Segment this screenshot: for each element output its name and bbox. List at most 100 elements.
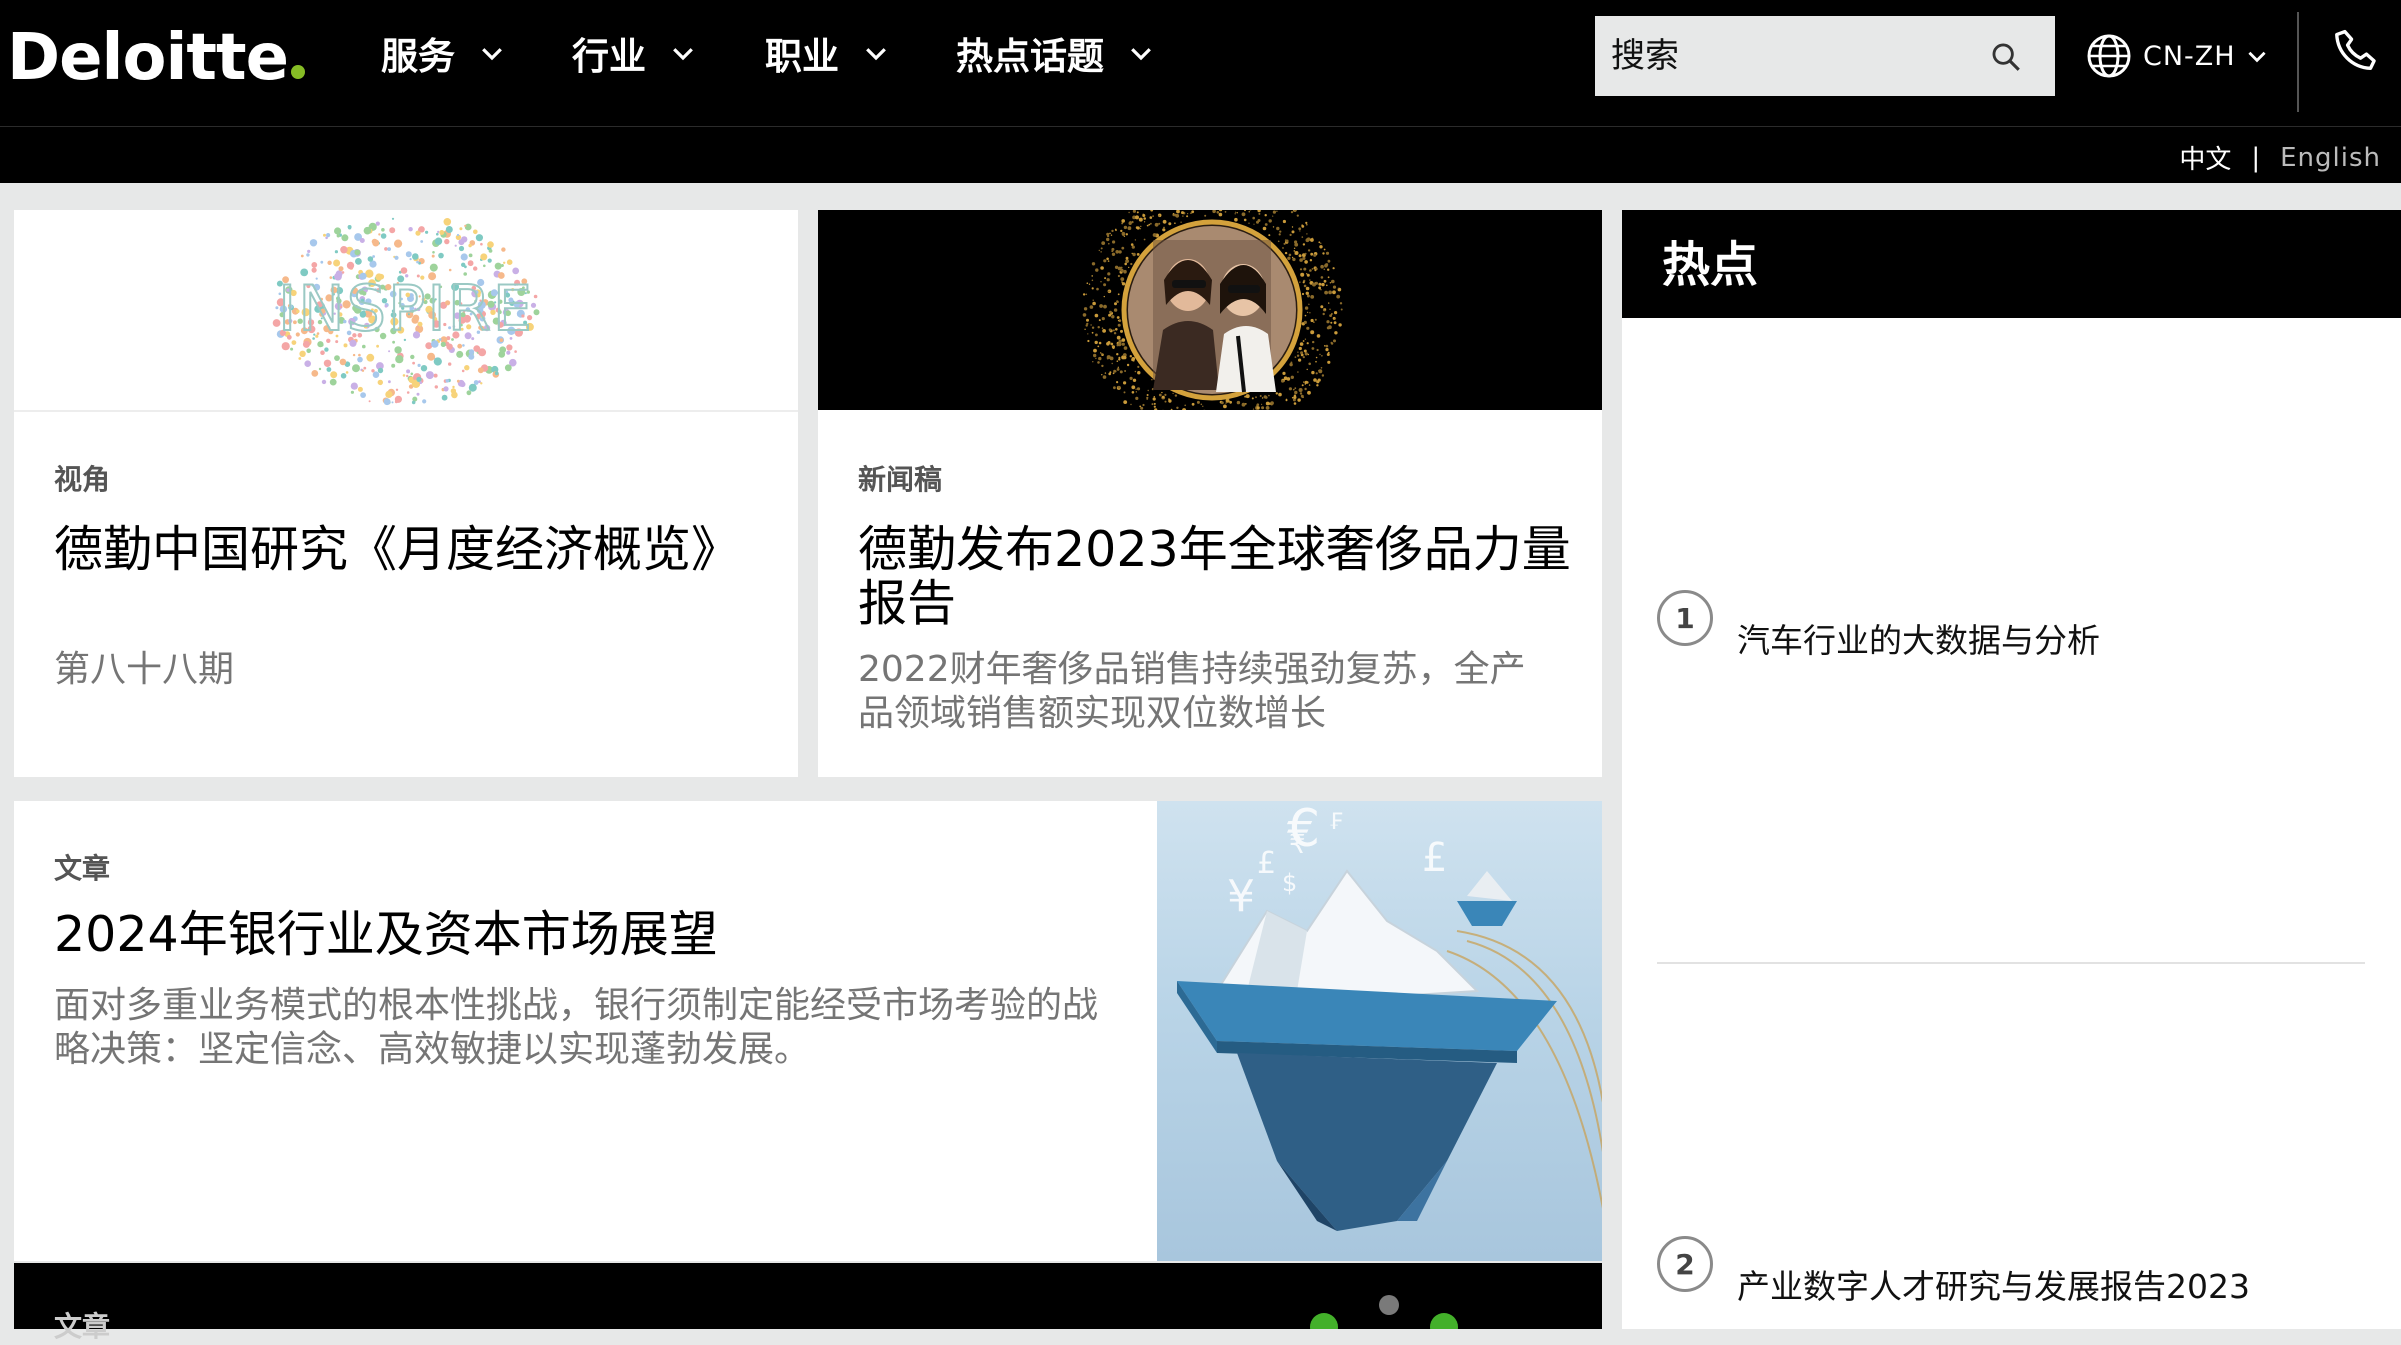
gold-dot bbox=[1103, 283, 1106, 286]
confetti-dot bbox=[381, 233, 387, 239]
confetti-dot bbox=[452, 386, 454, 388]
gold-dot bbox=[1095, 268, 1098, 271]
gold-dot bbox=[1103, 305, 1107, 309]
gold-dot bbox=[1270, 401, 1274, 405]
gold-dot bbox=[1300, 392, 1302, 394]
gold-dot bbox=[1121, 219, 1125, 223]
gold-dot bbox=[1282, 372, 1285, 375]
gold-dot bbox=[1092, 280, 1094, 282]
confetti-dot bbox=[443, 386, 448, 391]
article-card-economy[interactable]: INSPIRE 视角 德勤中国研究《月度经济概览》 第八十八期 bbox=[14, 210, 798, 777]
gold-dot bbox=[1319, 354, 1320, 355]
confetti-dot bbox=[417, 393, 420, 396]
article-card-banking[interactable]: 文章 2024年银行业及资本市场展望 面对多重业务模式的根本性挑战，银行须制定能… bbox=[14, 801, 1602, 1261]
confetti-dot bbox=[306, 253, 309, 256]
gold-dot bbox=[1152, 403, 1154, 405]
gold-dot bbox=[1303, 381, 1304, 382]
confetti-dot bbox=[432, 255, 435, 258]
gold-dot bbox=[1298, 227, 1301, 230]
card-title[interactable]: 2024年银行业及资本市场展望 bbox=[54, 908, 1114, 962]
gold-dot bbox=[1090, 305, 1094, 309]
gold-dot bbox=[1317, 349, 1319, 351]
card-category: 视角 bbox=[54, 458, 110, 498]
gold-dot bbox=[1309, 269, 1312, 272]
gold-dot bbox=[1096, 288, 1099, 291]
gold-dot bbox=[1187, 213, 1188, 214]
gold-dot bbox=[1168, 399, 1171, 402]
confetti-dot bbox=[448, 362, 451, 365]
search-icon[interactable] bbox=[1989, 40, 2023, 74]
gold-dot bbox=[1111, 230, 1113, 232]
gold-dot bbox=[1100, 266, 1104, 270]
confetti-dot bbox=[444, 239, 449, 244]
gold-dot bbox=[1332, 290, 1336, 294]
gold-dot bbox=[1265, 214, 1267, 216]
deloitte-logo[interactable]: Deloitte bbox=[7, 18, 305, 98]
gold-dot bbox=[1142, 214, 1145, 217]
card-title[interactable]: 德勤中国研究《月度经济概览》 bbox=[54, 523, 754, 577]
nav-services[interactable]: 服务 bbox=[381, 22, 507, 84]
gold-dot bbox=[1330, 282, 1331, 283]
gold-dot bbox=[1331, 342, 1333, 344]
search-input[interactable] bbox=[1595, 16, 1971, 96]
confetti-dot bbox=[465, 224, 472, 231]
article-card-bottom[interactable]: 文章 bbox=[14, 1263, 1602, 1329]
gold-dot bbox=[1292, 397, 1294, 399]
gold-dot bbox=[1322, 374, 1324, 376]
gold-dot bbox=[1242, 212, 1246, 216]
hot-topic-label[interactable]: 产业数字人才研究与发展报告2023 bbox=[1737, 1260, 2250, 1308]
gold-dot bbox=[1121, 247, 1124, 250]
card-image-luxury bbox=[818, 210, 1602, 410]
confetti-dot bbox=[437, 231, 439, 233]
gold-dot bbox=[1163, 220, 1167, 224]
confetti-dot bbox=[446, 379, 450, 383]
confetti-dot bbox=[320, 350, 325, 355]
gold-dot bbox=[1338, 288, 1339, 289]
gold-dot bbox=[1107, 272, 1110, 275]
hot-topic-item[interactable]: 1 汽车行业的大数据与分析 bbox=[1657, 590, 2357, 650]
language-english-link[interactable]: English bbox=[2280, 143, 2381, 173]
gold-dot bbox=[1307, 342, 1309, 344]
nav-hot-topics[interactable]: 热点话题 bbox=[956, 22, 1156, 84]
gold-dot bbox=[1303, 340, 1305, 342]
gold-dot bbox=[1099, 342, 1102, 345]
gold-dot bbox=[1118, 320, 1119, 321]
gold-dot bbox=[1154, 403, 1156, 405]
language-chinese-link[interactable]: 中文 bbox=[2179, 139, 2231, 176]
gold-dot bbox=[1128, 226, 1132, 230]
gold-dot bbox=[1324, 280, 1327, 283]
gold-dot bbox=[1307, 274, 1310, 277]
gold-dot bbox=[1089, 284, 1090, 285]
card-title[interactable]: 德勤发布2023年全球奢侈品力量报告 bbox=[858, 523, 1573, 631]
gold-dot bbox=[1338, 323, 1341, 326]
nav-industries[interactable]: 行业 bbox=[572, 22, 698, 84]
confetti-dot bbox=[473, 266, 477, 270]
gold-dot bbox=[1289, 387, 1292, 390]
nav-industries-label: 行业 bbox=[572, 26, 646, 80]
confetti-dot bbox=[411, 373, 414, 376]
gold-dot bbox=[1312, 347, 1315, 350]
gold-dot bbox=[1223, 405, 1227, 409]
article-card-luxury[interactable]: 新闻稿 德勤发布2023年全球奢侈品力量报告 2022财年奢侈品销售持续强劲复苏… bbox=[818, 210, 1602, 777]
confetti-dot bbox=[306, 349, 311, 354]
hot-topic-label[interactable]: 汽车行业的大数据与分析 bbox=[1737, 614, 2100, 662]
nav-careers[interactable]: 职业 bbox=[765, 22, 891, 84]
gold-dot bbox=[1131, 243, 1134, 246]
gold-dot bbox=[1135, 389, 1136, 390]
gold-dot bbox=[1309, 384, 1310, 385]
gold-dot bbox=[1321, 276, 1324, 279]
confetti-dot bbox=[320, 261, 323, 264]
gold-dot bbox=[1284, 243, 1286, 245]
gold-dot bbox=[1115, 328, 1118, 331]
gold-dot bbox=[1112, 363, 1113, 364]
gold-dot bbox=[1310, 238, 1314, 242]
phone-icon[interactable] bbox=[2330, 26, 2384, 80]
hot-topic-item[interactable]: 2 产业数字人才研究与发展报告2023 bbox=[1657, 1236, 2357, 1296]
confetti-dot bbox=[364, 227, 372, 235]
confetti-dot bbox=[457, 234, 459, 236]
card-image-iceberg: € ₣ £ ₹ $ ¥ £ bbox=[1157, 801, 1602, 1261]
locale-selector[interactable]: CN-ZH bbox=[2085, 28, 2270, 84]
gold-dot bbox=[1101, 241, 1105, 245]
gold-dot bbox=[1304, 321, 1307, 324]
locale-label: CN-ZH bbox=[2143, 41, 2236, 72]
